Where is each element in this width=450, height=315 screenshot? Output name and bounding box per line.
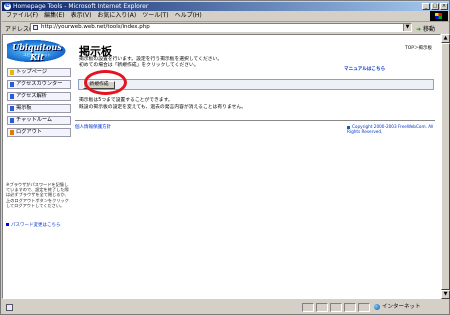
go-button[interactable]: ➜ 移動 xyxy=(416,24,435,33)
manual-link[interactable]: マニュアルはこちら xyxy=(344,66,385,72)
menu-help[interactable]: ヘルプ(H) xyxy=(175,12,202,19)
sidebar-item-logout[interactable]: ログアウト xyxy=(7,128,71,137)
sidebar-item-top[interactable]: トップページ xyxy=(7,68,71,77)
sidebar-item-label: アクセスカウンター xyxy=(16,81,63,87)
address-url: http://yourweb.web.net/tools/index.php xyxy=(41,24,150,30)
sidebar-item-label: チャットルーム xyxy=(16,117,53,123)
menu-edit[interactable]: 編集(E) xyxy=(44,12,64,19)
page-content: Ubiquitous Kit ユビキタスキット トップページ アクセスカウンター… xyxy=(2,34,441,299)
sidebar-item-label: ログアウト xyxy=(16,129,42,135)
square-bullet-icon xyxy=(10,130,14,135)
sidebar-item-access-analysis[interactable]: アクセス解析 xyxy=(7,92,71,101)
status-panel xyxy=(330,303,342,312)
sidebar-item-bbs[interactable]: 掲示板 xyxy=(7,104,71,113)
square-bullet-icon xyxy=(10,106,14,111)
sidebar-item-label: 掲示板 xyxy=(16,105,32,111)
sidebar-item-chatroom[interactable]: チャットルーム xyxy=(7,116,71,125)
note-line-2: 既設の掲示板の設定を変えても、過去の発言内容が消えることは有りません。 xyxy=(79,104,246,110)
status-panel xyxy=(302,303,314,312)
copyright-link[interactable]: Copyright 2000-2003 FreeWebCom. All Righ… xyxy=(347,124,440,134)
status-panel xyxy=(316,303,328,312)
windows-logo-icon xyxy=(430,11,448,21)
title-bar: Homepage Tools - Microsoft Internet Expl… xyxy=(2,1,449,11)
square-bullet-icon xyxy=(6,223,9,226)
menu-view[interactable]: 表示(V) xyxy=(71,12,92,19)
scroll-thumb[interactable] xyxy=(441,43,450,290)
logo-subtitle: ユビキタスキット xyxy=(23,53,51,57)
security-zone: インターネット xyxy=(374,303,421,312)
square-bullet-icon xyxy=(10,82,14,87)
address-input[interactable]: http://yourweb.web.net/tools/index.php ▼ xyxy=(30,23,412,32)
bbs-notes: 掲示板は5つまで設置することができます。 既設の掲示板の設定を変えても、過去の発… xyxy=(79,98,246,111)
status-panel xyxy=(358,303,370,312)
bbs-list-bar: 新規作成 xyxy=(78,79,434,90)
go-arrow-icon: ➜ xyxy=(416,26,422,33)
breadcrumb: TOP＞掲示板 xyxy=(405,46,433,51)
menu-tools[interactable]: ツール(T) xyxy=(142,12,168,19)
vertical-scrollbar[interactable]: ▲ ▼ xyxy=(441,34,450,299)
menu-favorites[interactable]: お気に入り(A) xyxy=(97,12,136,19)
intro-line-2: 初めての場合は「新規作成」をクリックしてください。 xyxy=(79,63,199,68)
sidebar-item-label: トップページ xyxy=(16,69,48,75)
page-done-icon xyxy=(6,304,13,311)
internet-globe-icon xyxy=(374,303,380,310)
square-bullet-icon xyxy=(10,94,14,99)
zone-label: インターネット xyxy=(382,304,421,310)
sidebar-item-access-counter[interactable]: アクセスカウンター xyxy=(7,80,71,89)
menu-bar: ファイル(F) 編集(E) 表示(V) お気に入り(A) ツール(T) ヘルプ(H) xyxy=(2,11,449,22)
privacy-policy-link[interactable]: 個人情報保護方針 xyxy=(75,124,111,130)
scroll-down-icon[interactable]: ▼ xyxy=(441,290,450,299)
close-button[interactable]: × xyxy=(440,3,448,10)
menu-file[interactable]: ファイル(F) xyxy=(6,12,38,19)
logo-text: Ubiquitous Kit xyxy=(12,42,62,62)
footer-divider xyxy=(75,120,435,121)
browser-window: Homepage Tools - Microsoft Internet Expl… xyxy=(0,0,450,315)
password-notice: ※ブラウザがパスワードを記憶していますので、設定を終了した際は必ずブラウザを全て… xyxy=(6,182,69,208)
square-bullet-icon xyxy=(10,70,14,75)
scroll-up-icon[interactable]: ▲ xyxy=(441,34,450,43)
intro-text: 掲示板の設置を行います。設定を行う掲示板を選択してください。 初めての場合は「新… xyxy=(79,57,289,69)
address-dropdown-icon[interactable]: ▼ xyxy=(403,24,411,31)
change-password-link[interactable]: パスワード変更はこちら xyxy=(6,222,61,228)
status-panel xyxy=(344,303,356,312)
address-bar: アドレス(D) http://yourweb.web.net/tools/ind… xyxy=(2,22,449,33)
minimize-button[interactable]: _ xyxy=(422,3,430,10)
copyright-text: Copyright 2000-2003 FreeWebCom. All Righ… xyxy=(347,124,434,134)
status-bar: インターネット xyxy=(2,301,449,314)
square-bullet-icon xyxy=(10,118,14,123)
window-title: Homepage Tools - Microsoft Internet Expl… xyxy=(13,3,149,10)
page-icon xyxy=(33,25,38,30)
maximize-button[interactable]: □ xyxy=(431,3,439,10)
change-password-label: パスワード変更はこちら xyxy=(11,223,61,228)
internet-explorer-icon xyxy=(4,1,11,10)
sidebar-item-label: アクセス解析 xyxy=(16,93,47,99)
sidebar-nav: トップページ アクセスカウンター アクセス解析 掲示板 チャットルーム ログアウ… xyxy=(7,68,71,140)
go-label: 移動 xyxy=(422,26,435,33)
highlight-circle xyxy=(84,70,127,95)
